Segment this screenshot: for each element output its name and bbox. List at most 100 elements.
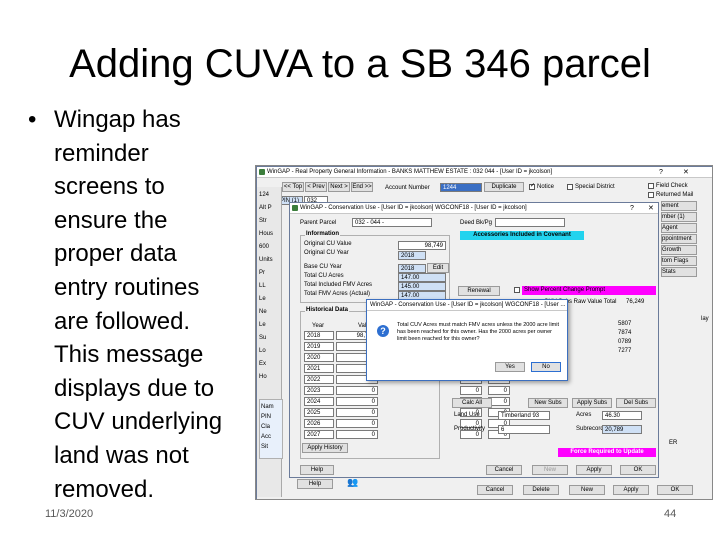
field-check-checkbox[interactable]: [648, 183, 654, 189]
notice-label: Notice: [537, 184, 555, 190]
side-button[interactable]: tom Flags: [661, 256, 697, 266]
parent-parcel-field[interactable]: 032 - 044 -: [352, 218, 432, 227]
cuv-window-titlebar: WinGAP - Conservation Use - [User ID = j…: [290, 203, 658, 214]
side-button[interactable]: Stats: [661, 267, 697, 277]
show-percent-checkbox[interactable]: [514, 287, 520, 293]
orig-cu-year-field[interactable]: 2018: [398, 251, 426, 260]
main-delete-button[interactable]: Delete: [523, 485, 559, 495]
history-cell-year[interactable]: 2025: [304, 408, 334, 417]
returned-mail-checkbox[interactable]: [648, 192, 654, 198]
productivity-select[interactable]: 6: [498, 425, 550, 434]
notice-checkbox[interactable]: [529, 182, 535, 190]
side-label: 600: [259, 244, 270, 250]
cuv-close-icon[interactable]: ✕: [648, 203, 654, 213]
history-cell-year[interactable]: 2024: [304, 397, 334, 406]
yes-button[interactable]: Yes: [495, 362, 525, 372]
accessories-banner: Accessories Included in Covenant: [460, 231, 584, 240]
historical-label: Historical Data: [305, 307, 350, 313]
side-label: LL: [259, 283, 266, 289]
help-question-icon[interactable]: ?: [659, 167, 663, 177]
cuv-new-button[interactable]: New: [532, 465, 568, 475]
side-label: 124: [259, 192, 270, 198]
field-check-label: Field Check: [656, 183, 688, 189]
info-label: Cla: [261, 424, 271, 430]
cuv-help-button[interactable]: Help: [300, 465, 334, 475]
footer-date: 11/3/2020: [45, 508, 94, 520]
cuv-ok-button[interactable]: OK: [620, 465, 656, 475]
side-button[interactable]: Agent: [661, 223, 697, 233]
apply-history-button[interactable]: Apply History: [302, 443, 348, 453]
main-new-button[interactable]: New: [569, 485, 605, 495]
deed-label: Deed Bk/Pg: [460, 220, 493, 226]
side-button[interactable]: ement: [661, 201, 697, 211]
duplicate-button[interactable]: Duplicate: [484, 182, 524, 192]
no-button[interactable]: No: [531, 362, 561, 372]
calc-all-button[interactable]: Calc All: [452, 398, 492, 408]
history-cell-value[interactable]: 0: [336, 430, 378, 439]
history-cell-value[interactable]: 0: [336, 419, 378, 428]
acres-field[interactable]: 46.30: [602, 411, 642, 420]
history-cell-year[interactable]: 2018: [304, 331, 334, 340]
next-button[interactable]: Next >: [328, 182, 350, 192]
subrecord-field[interactable]: 20,789: [602, 425, 642, 434]
sub-value: 0789: [618, 339, 632, 345]
right-side-word: lay: [701, 316, 709, 322]
end-button[interactable]: End >>: [351, 182, 373, 192]
top-button[interactable]: << Top: [282, 182, 304, 192]
base-cu-year-field[interactable]: 2018: [398, 264, 426, 273]
total-cu-acres-label: Total CU Acres: [304, 273, 344, 279]
returned-mail-label: Returned Mail: [656, 192, 694, 198]
prev-button[interactable]: < Prev: [305, 182, 327, 192]
del-subs-button[interactable]: Del Subs: [616, 398, 656, 408]
orig-cu-value-field[interactable]: 98,749: [398, 241, 446, 250]
side-button[interactable]: ppointment: [661, 234, 697, 244]
history-cell-year[interactable]: 2019: [304, 342, 334, 351]
close-icon[interactable]: ✕: [683, 167, 689, 177]
main-help-button[interactable]: Help: [297, 479, 333, 489]
history-cell-year[interactable]: 2021: [304, 364, 334, 373]
history-cell-value[interactable]: 0: [336, 386, 378, 395]
history-cell-year[interactable]: 2026: [304, 419, 334, 428]
history-cell-value[interactable]: 0: [336, 397, 378, 406]
land-use-select[interactable]: Timberland 93: [498, 411, 550, 420]
main-ok-button[interactable]: OK: [657, 485, 693, 495]
bullet-line: reminder: [54, 139, 149, 167]
cuv-apply-button[interactable]: Apply: [576, 465, 612, 475]
side-button[interactable]: Growth: [661, 245, 697, 255]
side-label: Hous: [259, 231, 274, 237]
renewal-button[interactable]: Renewal: [458, 286, 500, 296]
apply-subs-button[interactable]: Apply Subs: [572, 398, 612, 408]
new-subs-button[interactable]: New Subs: [528, 398, 568, 408]
orig-cu-year-label: Original CU Year: [304, 250, 349, 256]
edit-button[interactable]: Edit: [427, 263, 449, 273]
history-cell-year[interactable]: 2023: [304, 386, 334, 395]
special-district-checkbox[interactable]: [567, 184, 573, 190]
main-cancel-button[interactable]: Cancel: [477, 485, 513, 495]
side-button[interactable]: mber (1): [661, 212, 697, 222]
history-cell-value[interactable]: 0: [336, 408, 378, 417]
account-number-field[interactable]: 1244: [440, 183, 482, 192]
cuv-window-title: WinGAP - Conservation Use - [User ID = j…: [300, 205, 527, 211]
total-fmv-acres-field[interactable]: 145.00: [398, 282, 446, 291]
side-label: Str: [259, 218, 267, 224]
cuv-cancel-button[interactable]: Cancel: [486, 465, 522, 475]
history-cell-d[interactable]: 0: [488, 386, 510, 395]
dialog-message: Total CUV Acres must match FMV acres unl…: [397, 322, 560, 342]
cuv-help-icon[interactable]: ?: [630, 203, 634, 213]
history-cell-year[interactable]: 2027: [304, 430, 334, 439]
history-cell-year[interactable]: 2020: [304, 353, 334, 362]
account-number-label: Account Number: [385, 185, 430, 191]
deed-field[interactable]: [495, 218, 565, 227]
sub-value: 5807: [618, 321, 632, 327]
main-window-titlebar: WinGAP - Real Property General Informati…: [257, 167, 712, 178]
bullet-line: removed.: [54, 475, 155, 503]
history-cell-year[interactable]: 2022: [304, 375, 334, 384]
info-label: Acc: [261, 434, 272, 440]
base-cu-year-label: Base CU Year: [304, 264, 342, 270]
total-cu-acres-field[interactable]: 147.00: [398, 273, 446, 282]
side-label: Pr: [259, 270, 265, 276]
wingap-screenshot: WinGAP - Real Property General Informati…: [255, 165, 713, 500]
history-cell-c[interactable]: 0: [460, 386, 482, 395]
land-use-label: Land Use: [454, 412, 480, 418]
main-apply-button[interactable]: Apply: [613, 485, 649, 495]
